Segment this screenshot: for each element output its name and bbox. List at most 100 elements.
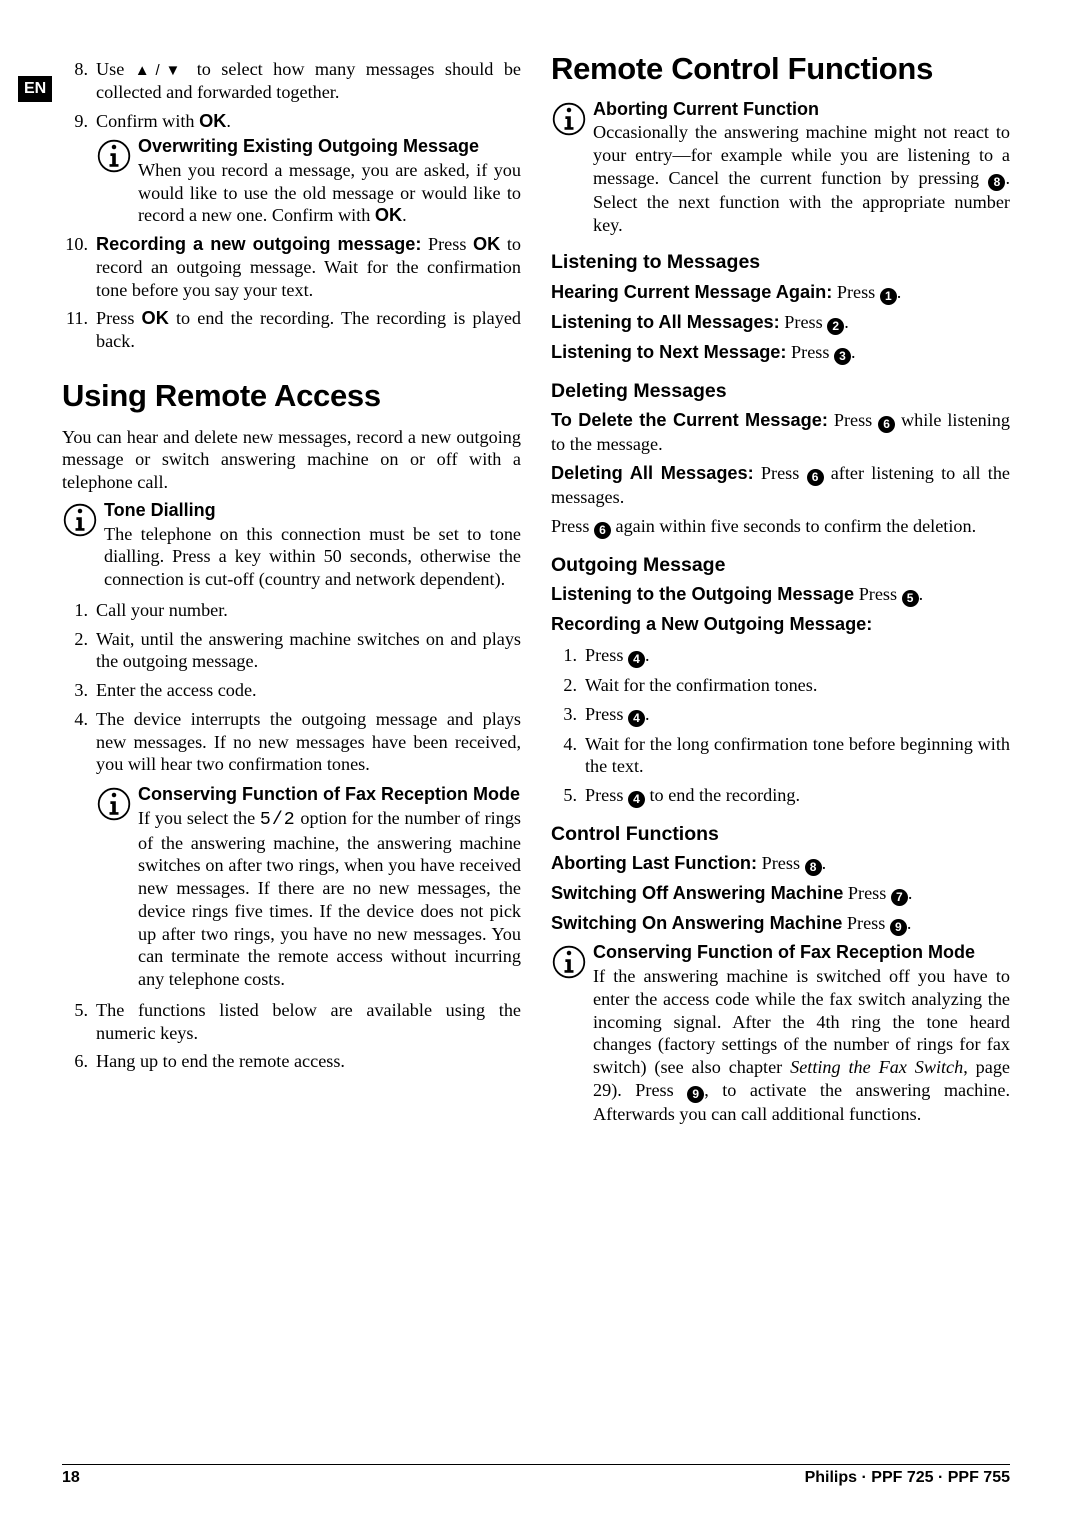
ok-key: OK <box>473 234 500 254</box>
text: Use <box>96 59 135 79</box>
list-item: Confirm with OK. Overwriting Existing Ou… <box>62 110 521 228</box>
heading-remote-access: Using Remote Access <box>62 377 521 416</box>
list-item: Press 4. <box>551 703 1010 727</box>
text: Press <box>96 308 142 328</box>
arrow-keys-icon: ▲/▼ <box>135 62 187 79</box>
list-item: Enter the access code. <box>62 679 521 702</box>
text: Press <box>842 913 890 933</box>
info-conserve-fax: Conserving Function of Fax Reception Mod… <box>96 784 521 991</box>
list-item: Call your number. <box>62 599 521 622</box>
ok-key: OK <box>199 111 226 131</box>
label: Listening to the Outgoing Message <box>551 584 854 604</box>
list-item: The device interrupts the outgoing messa… <box>62 708 521 776</box>
info-title: Aborting Current Function <box>593 99 1010 120</box>
line-delete-confirm: Press 6 again within five seconds to con… <box>551 515 1010 539</box>
line-record-outgoing: Recording a New Outgoing Message: <box>551 613 1010 636</box>
page-footer: 18 Philips · PPF 725 · PPF 755 <box>62 1464 1010 1487</box>
text: again within five seconds to confirm the… <box>611 516 976 536</box>
info-title: Tone Dialling <box>104 500 521 521</box>
list-item: Wait, until the answering machine switch… <box>62 628 521 674</box>
list-item: Recording a new outgoing message: Press … <box>62 233 521 301</box>
key-8-icon: 8 <box>805 859 822 876</box>
info-abort-current: Aborting Current Function Occasionally t… <box>551 99 1010 237</box>
list-continued: Use ▲/▼ to select how many messages shou… <box>62 58 521 353</box>
list-item: Press 4 to end the recording. <box>551 784 1010 808</box>
key-2-icon: 2 <box>827 318 844 335</box>
info-text: The telephone on this connection must be… <box>104 523 521 591</box>
info-icon <box>551 101 587 137</box>
info-overwrite: Overwriting Existing Outgoing Message Wh… <box>96 136 521 227</box>
info-icon <box>96 138 132 174</box>
text: Confirm with <box>96 111 199 131</box>
text: Press <box>832 282 880 302</box>
text: If you select the <box>138 808 260 828</box>
heading-remote-functions: Remote Control Functions <box>551 50 1010 89</box>
remote-steps-cont: The functions listed below are available… <box>62 999 521 1073</box>
text: Press <box>551 516 594 536</box>
list-item: Press 4. <box>551 644 1010 668</box>
remote-steps: Call your number. Wait, until the answer… <box>62 599 521 776</box>
text: Press <box>754 463 807 483</box>
page-body: Use ▲/▼ to select how many messages shou… <box>0 0 1080 1192</box>
text: Press <box>585 785 628 805</box>
text: . <box>645 704 650 724</box>
left-column: Use ▲/▼ to select how many messages shou… <box>62 50 521 1132</box>
line-hear-again: Hearing Current Message Again: Press 1. <box>551 281 1010 305</box>
text: Press <box>585 704 628 724</box>
info-icon <box>62 502 98 538</box>
text: Press <box>828 410 878 430</box>
label: Recording a New Outgoing Message: <box>551 614 872 634</box>
ok-key: OK <box>142 308 169 328</box>
info-tone-dialling: Tone Dialling The telephone on this conn… <box>62 500 521 591</box>
line-listen-outgoing: Listening to the Outgoing Message Press … <box>551 583 1010 607</box>
intro-text: You can hear and delete new messages, re… <box>62 426 521 494</box>
info-conserve-fax-2: Conserving Function of Fax Reception Mod… <box>551 942 1010 1125</box>
record-steps: Press 4. Wait for the confirmation tones… <box>551 644 1010 808</box>
label: Switching On Answering Machine <box>551 913 842 933</box>
label: Hearing Current Message Again: <box>551 282 832 302</box>
info-title: Conserving Function of Fax Reception Mod… <box>593 942 1010 963</box>
line-delete-all: Deleting All Messages: Press 6 after lis… <box>551 462 1010 509</box>
list-item: The functions listed below are available… <box>62 999 521 1045</box>
label: Deleting All Messages: <box>551 463 754 483</box>
line-abort-last: Aborting Last Function: Press 8. <box>551 852 1010 876</box>
key-5-icon: 5 <box>902 590 919 607</box>
info-title: Conserving Function of Fax Reception Mod… <box>138 784 521 805</box>
key-6-icon: 6 <box>878 416 895 433</box>
info-icon <box>551 944 587 980</box>
list-item: Wait for the confirmation tones. <box>551 674 1010 697</box>
info-text: If the answering machine is switched off… <box>593 965 1010 1126</box>
text: Press <box>786 342 834 362</box>
key-6-icon: 6 <box>807 469 824 486</box>
heading-control-functions: Control Functions <box>551 822 1010 846</box>
key-4-icon: 4 <box>628 651 645 668</box>
key-4-icon: 4 <box>628 791 645 808</box>
key-1-icon: 1 <box>880 288 897 305</box>
text: . <box>645 645 650 665</box>
text: Press <box>585 645 628 665</box>
line-listen-all: Listening to All Messages: Press 2. <box>551 311 1010 335</box>
line-listen-next: Listening to Next Message: Press 3. <box>551 341 1010 365</box>
info-icon <box>96 786 132 822</box>
line-delete-current: To Delete the Current Message: Press 6 w… <box>551 409 1010 456</box>
text: Press <box>843 883 891 903</box>
key-7-icon: 7 <box>891 889 908 906</box>
list-item: Wait for the long confirmation tone befo… <box>551 733 1010 779</box>
text: . <box>402 205 407 225</box>
text: Press <box>854 584 902 604</box>
label: Switching Off Answering Machine <box>551 883 843 903</box>
heading-outgoing: Outgoing Message <box>551 553 1010 577</box>
list-item: Hang up to end the remote access. <box>62 1050 521 1073</box>
key-4-icon: 4 <box>628 710 645 727</box>
key-8-icon: 8 <box>988 174 1005 191</box>
model-line: Philips · PPF 725 · PPF 755 <box>805 1469 1010 1487</box>
text: option for the number of rings of the an… <box>138 808 521 989</box>
text: Press <box>421 234 473 254</box>
ok-key: OK <box>375 205 402 225</box>
text: Press <box>780 312 828 332</box>
heading-deleting: Deleting Messages <box>551 379 1010 403</box>
right-column: Remote Control Functions Aborting Curren… <box>551 50 1010 1132</box>
info-text: If you select the 5/2 option for the num… <box>138 807 521 991</box>
text: Occasionally the answering machine might… <box>593 122 1010 188</box>
info-text: Occasionally the answering machine might… <box>593 121 1010 236</box>
